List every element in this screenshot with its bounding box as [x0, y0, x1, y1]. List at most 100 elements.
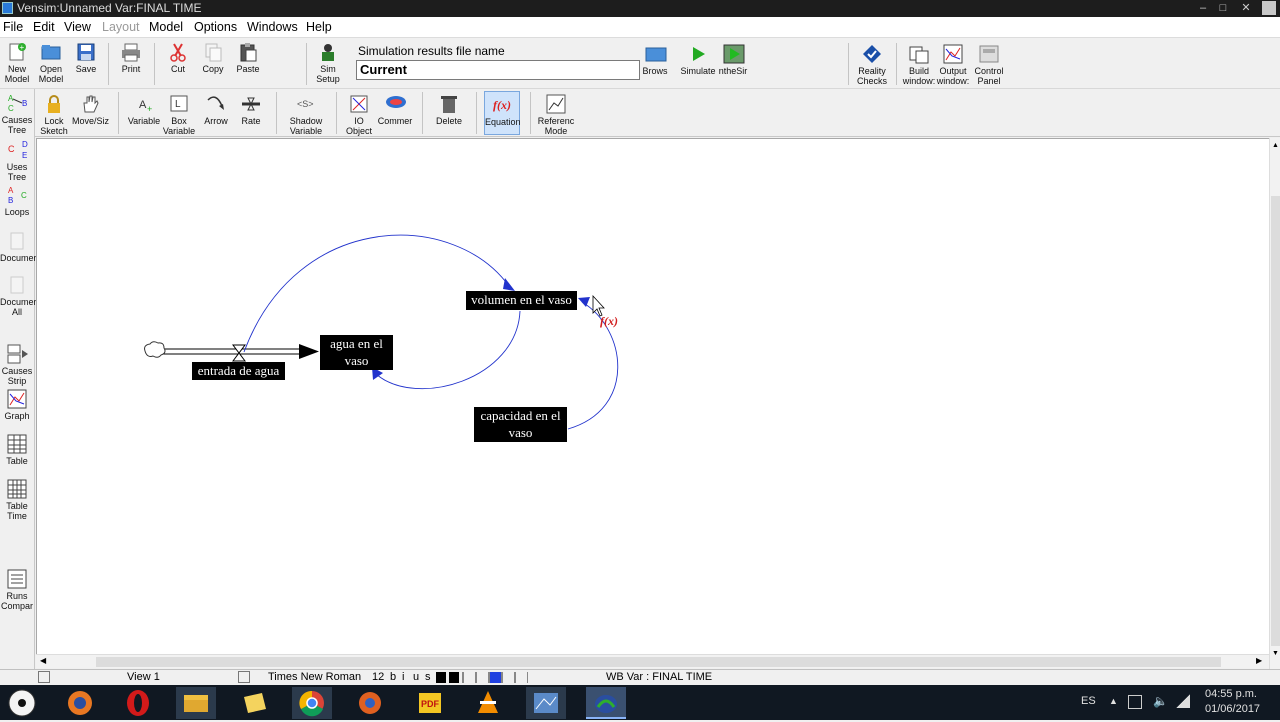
menu-windows[interactable]: Windows	[247, 20, 298, 34]
causes-strip-button[interactable]: Causes Strip	[0, 344, 34, 386]
move-size-button[interactable]: Move/Siz	[72, 94, 109, 126]
horizontal-scroll-thumb[interactable]	[96, 657, 1221, 667]
synthesim-button[interactable]: ntheSir	[716, 44, 750, 76]
vensim-taskbar-icon[interactable]	[586, 687, 626, 719]
media-player-icon[interactable]	[350, 687, 390, 719]
view-toggle-icon[interactable]	[38, 671, 50, 683]
reality-checks-label-2: Checks	[856, 76, 887, 86]
document-button[interactable]: Documer	[0, 231, 37, 263]
causes-tree-button[interactable]: ACB Causes Tree	[0, 93, 34, 135]
stock-agua-en-el-vaso[interactable]: agua en el vaso	[320, 335, 393, 370]
menu-file[interactable]: File	[3, 20, 23, 34]
volume-icon[interactable]: 🔈	[1153, 694, 1168, 708]
clock-time[interactable]: 04:55 p.m.	[1205, 688, 1257, 700]
network-icon[interactable]	[1176, 694, 1190, 708]
scroll-right-icon[interactable]: ▶	[1256, 656, 1262, 665]
reality-checks-button[interactable]: Reality Checks	[854, 44, 890, 86]
io-object-button[interactable]: IO Object	[343, 94, 375, 136]
paste-button[interactable]: Paste	[233, 42, 263, 74]
rate-entrada-de-agua[interactable]: entrada de agua	[192, 362, 285, 380]
menu-options[interactable]: Options	[194, 20, 237, 34]
cut-button[interactable]: Cut	[164, 42, 192, 74]
chrome-icon[interactable]	[292, 687, 332, 719]
open-model-button[interactable]: Open Model	[36, 42, 66, 84]
reality-checks-icon	[862, 44, 882, 64]
reference-mode-button[interactable]: Referenc Mode	[537, 94, 575, 136]
font-size[interactable]: 12	[372, 670, 384, 685]
text-color-swatch[interactable]	[436, 672, 446, 683]
output-windows-button[interactable]: Output window:	[935, 44, 971, 86]
delete-button[interactable]: Delete	[433, 94, 465, 126]
loops-button[interactable]: ACB Loops	[0, 185, 34, 217]
menu-edit[interactable]: Edit	[33, 20, 55, 34]
dropdown-icon[interactable]	[1262, 1, 1276, 15]
vertical-scroll-thumb[interactable]	[1271, 196, 1280, 646]
minimize-icon[interactable]: –	[1195, 1, 1211, 15]
runs-compare-button[interactable]: Runs Compar	[0, 569, 34, 611]
build-windows-button[interactable]: Build window:	[901, 44, 937, 86]
fill-color-swatch[interactable]	[449, 672, 459, 683]
new-model-button[interactable]: + New Model	[2, 42, 32, 84]
start-button[interactable]	[2, 687, 42, 719]
bold-toggle[interactable]: b	[390, 670, 396, 685]
floppy-disk-icon	[76, 42, 96, 62]
view-name[interactable]: View 1	[127, 670, 160, 685]
strike-toggle[interactable]: s	[425, 670, 431, 685]
sim-setup-button[interactable]: Sim Setup	[313, 42, 343, 84]
rate-button[interactable]: Rate	[235, 94, 267, 126]
svg-text:C: C	[8, 144, 15, 154]
opera-icon[interactable]	[118, 687, 158, 719]
menu-model[interactable]: Model	[149, 20, 183, 34]
svg-text:PDF: PDF	[421, 699, 440, 709]
scroll-down-icon[interactable]: ▼	[1272, 650, 1279, 657]
font-name[interactable]: Times New Roman	[268, 670, 361, 685]
pdf-icon[interactable]: PDF	[410, 687, 450, 719]
tray-expand-icon[interactable]: ▲	[1109, 696, 1118, 706]
table-button[interactable]: Table	[0, 434, 34, 466]
arrow-button[interactable]: Arrow	[200, 94, 232, 126]
underline-toggle[interactable]: u	[413, 670, 419, 685]
vlc-icon[interactable]	[468, 687, 508, 719]
horizontal-scrollbar[interactable]: ◀ ▶	[36, 654, 1269, 668]
line-color-swatch[interactable]	[490, 672, 501, 683]
vertical-scrollbar[interactable]: ▲ ▼	[1269, 138, 1280, 669]
link-volumen-to-stock[interactable]	[375, 310, 521, 390]
save-button[interactable]: Save	[72, 42, 100, 74]
print-button[interactable]: Print	[117, 42, 145, 74]
graph-button[interactable]: Graph	[0, 389, 34, 421]
aux-capacidad-en-el-vaso[interactable]: capacidad en el vaso	[474, 407, 567, 442]
control-panel-button[interactable]: Control Panel	[970, 44, 1008, 86]
power-icon[interactable]	[1128, 695, 1142, 709]
close-icon[interactable]: ✕	[1238, 1, 1254, 15]
table-time-button[interactable]: Table Time	[0, 479, 34, 521]
firefox-icon[interactable]	[60, 687, 100, 719]
variable-button[interactable]: A + Variable	[127, 94, 161, 126]
sim-results-input[interactable]: Current	[356, 60, 640, 80]
sketch-canvas[interactable]: f(x) agua en el vaso entrada de agua volu…	[36, 138, 1269, 654]
aux-volumen-en-el-vaso[interactable]: volumen en el vaso	[466, 291, 577, 310]
menu-help[interactable]: Help	[306, 20, 332, 34]
maximize-icon[interactable]: □	[1215, 1, 1231, 15]
files-icon[interactable]	[234, 687, 274, 719]
menu-view[interactable]: View	[64, 20, 91, 34]
language-indicator[interactable]: ES	[1081, 695, 1096, 707]
new-model-label-1: New	[7, 64, 26, 74]
box-variable-button[interactable]: L Box Variable	[162, 94, 196, 136]
copy-button[interactable]: Copy	[199, 42, 227, 74]
clock-date[interactable]: 01/06/2017	[1205, 703, 1260, 715]
uses-tree-button[interactable]: CDE Uses Tree	[0, 140, 34, 182]
comment-button[interactable]: Commer	[377, 94, 413, 126]
app-window-icon[interactable]	[526, 687, 566, 719]
menu-layout[interactable]: Layout	[102, 20, 140, 34]
italic-toggle[interactable]: i	[402, 670, 404, 685]
simulate-button[interactable]: Simulate	[679, 44, 717, 76]
lock-sketch-button[interactable]: Lock Sketch	[38, 94, 70, 136]
document-all-button[interactable]: Documer All	[0, 275, 37, 317]
font-toggle-icon[interactable]	[238, 671, 250, 683]
file-explorer-icon[interactable]	[176, 687, 216, 719]
shadow-variable-button[interactable]: <S> Shadow Variable	[287, 94, 325, 136]
browse-button[interactable]: Brows	[640, 44, 670, 76]
scroll-left-icon[interactable]: ◀	[40, 656, 46, 665]
equation-button[interactable]: f(x) Equation	[484, 91, 521, 135]
scroll-up-icon[interactable]: ▲	[1272, 142, 1279, 149]
